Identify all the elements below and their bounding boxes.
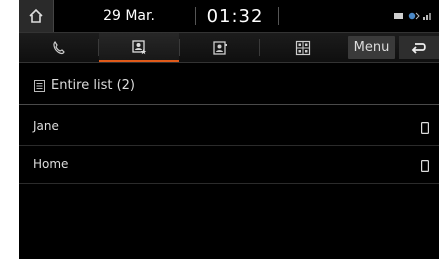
status-time: 01:32: [206, 6, 264, 27]
battery-icon: [394, 13, 403, 19]
phone-screen: 29 Mar. 01:32 Menu Entire list (2) Jane …: [19, 0, 439, 259]
divider: [278, 7, 279, 25]
phone-tab-bar: Menu: [19, 32, 439, 63]
tab-favorites[interactable]: [99, 33, 179, 62]
list-icon: [34, 80, 45, 92]
tab-dial-pad[interactable]: [260, 33, 346, 62]
mobile-phone-icon: [421, 160, 429, 172]
home-icon: [29, 8, 43, 23]
mobile-phone-icon: [421, 122, 429, 134]
dial-pad-icon: [295, 40, 311, 55]
status-date: 29 Mar.: [103, 8, 155, 24]
list-item[interactable]: Jane: [19, 108, 439, 145]
back-button[interactable]: [399, 36, 439, 59]
contact-name: Jane: [33, 119, 59, 133]
back-arrow-icon: [411, 42, 426, 54]
favorites-contact-icon: [132, 39, 147, 54]
contacts-icon: [212, 40, 227, 55]
signal-icon: [423, 13, 431, 20]
status-bar: 29 Mar. 01:32: [19, 0, 439, 32]
tab-contacts[interactable]: [180, 33, 259, 62]
contact-name: Home: [33, 157, 69, 171]
call-history-icon: [52, 40, 65, 54]
divider: [19, 183, 439, 184]
home-button[interactable]: [19, 0, 54, 32]
list-header: Entire list (2): [19, 70, 439, 102]
list-item[interactable]: Home: [19, 146, 439, 183]
list-header-label: Entire list (2): [51, 78, 135, 93]
divider: [19, 104, 439, 105]
bluetooth-icon: [408, 12, 420, 20]
tab-call-history[interactable]: [19, 33, 98, 62]
menu-button[interactable]: Menu: [348, 36, 395, 59]
